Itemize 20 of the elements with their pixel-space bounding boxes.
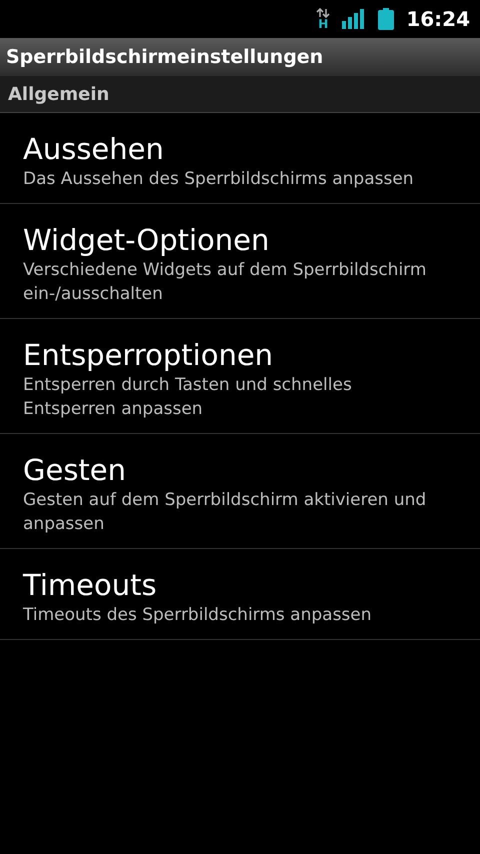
settings-item[interactable]: Widget-Optionen Verschiedene Widgets auf dem Sperrbildschirm ein-/ausschalten: [0, 204, 480, 319]
settings-item[interactable]: Entsperroptionen Entsperren durch Tasten und schnelles Entsperren anpassen: [0, 319, 480, 434]
settings-item[interactable]: Timeouts Timeouts des Sperrbildschirms anpassen: [0, 549, 480, 640]
item-title: Entsperroptionen: [23, 337, 274, 373]
settings-item[interactable]: Aussehen Das Aussehen des Sperrbildschirms anpassen: [0, 113, 480, 204]
signal-icon: [342, 9, 366, 29]
item-summary: Das Aussehen des Sperrbildschirms anpassen: [23, 168, 415, 191]
item-title: Widget-Optionen: [23, 222, 270, 258]
battery-icon: [378, 8, 394, 30]
item-summary: Gesten auf dem Sperrbildschirm aktivieren und anpassen: [23, 489, 428, 536]
window-title: Sperrbildschirmeinstellungen: [6, 46, 324, 68]
item-summary: Timeouts des Sperrbildschirms anpassen: [23, 604, 373, 627]
section-label: Allgemein: [8, 84, 110, 104]
item-summary: Verschiedene Widgets auf dem Sperrbildschirm ein-/ausschalten: [23, 259, 428, 306]
item-title: Timeouts: [23, 567, 158, 603]
item-title: Aussehen: [23, 131, 165, 167]
item-summary: Entsperren durch Tasten und schnelles Entsperren anpassen: [23, 374, 353, 421]
item-title: Gesten: [23, 452, 128, 488]
settings-item[interactable]: Gesten Gesten auf dem Sperrbildschirm aktivieren und anpassen: [0, 434, 480, 549]
clock-time: 16:24: [406, 7, 470, 31]
